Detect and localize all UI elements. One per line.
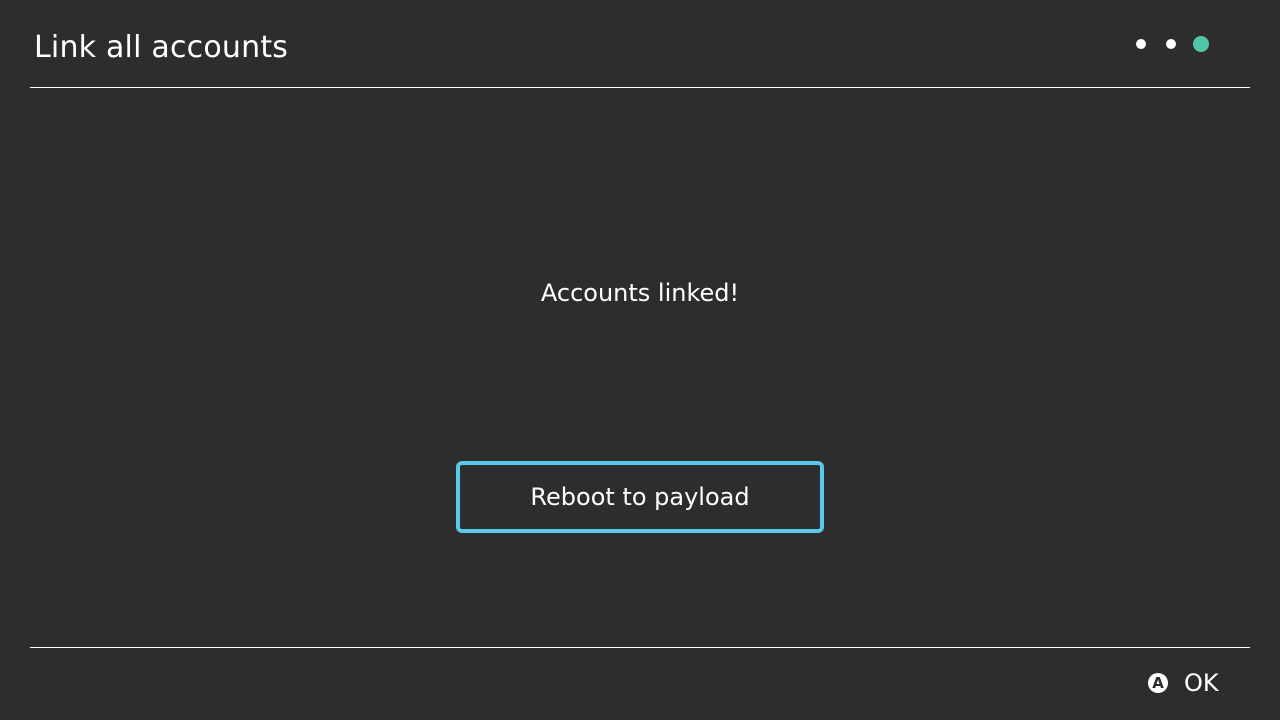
reboot-button-label: Reboot to payload — [530, 483, 750, 511]
page-indicator — [1136, 34, 1209, 54]
page-dot-2 — [1166, 39, 1176, 49]
ok-action[interactable]: A OK — [1148, 668, 1219, 698]
page-dot-3-active — [1193, 36, 1209, 52]
page-title: Link all accounts — [34, 30, 289, 65]
header-divider — [30, 87, 1250, 88]
page-dot-1 — [1136, 39, 1146, 49]
ok-label: OK — [1184, 669, 1219, 697]
footer-divider — [30, 647, 1250, 648]
status-message: Accounts linked! — [540, 279, 740, 307]
reboot-to-payload-button[interactable]: Reboot to payload — [456, 461, 824, 533]
a-button-icon: A — [1148, 673, 1168, 693]
link-accounts-screen: Link all accounts Accounts linked! Reboo… — [0, 0, 1280, 720]
